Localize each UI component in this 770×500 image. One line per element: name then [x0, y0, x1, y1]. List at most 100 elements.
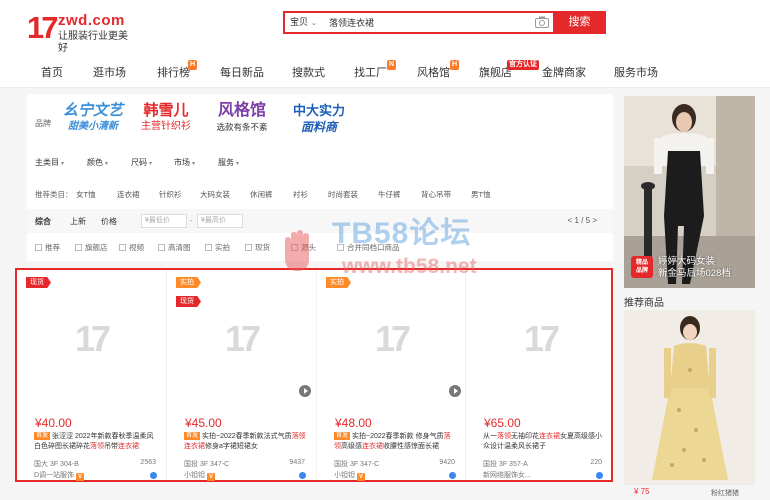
- hot-badge: H: [450, 60, 460, 70]
- nav-item-style-hall[interactable]: 风格馆 H: [417, 60, 460, 80]
- verified-icon: V: [76, 473, 85, 481]
- chat-icon[interactable]: [596, 472, 603, 479]
- side-banner-ad[interactable]: 精品 品牌 婷婷大码女装 新金马后场028档: [624, 96, 755, 288]
- sort-composite[interactable]: 综合: [35, 216, 51, 227]
- in-stock-tag: 现货: [176, 296, 201, 307]
- nav-item-ranking[interactable]: 排行榜 H: [157, 60, 198, 80]
- checkbox-video[interactable]: 视频: [119, 242, 144, 253]
- logo-domain: zwd.com: [58, 12, 125, 29]
- stall-location: 国投 3F 347-C: [334, 461, 380, 468]
- play-video-icon[interactable]: [449, 385, 461, 397]
- product-title[interactable]: 首发 实拍~2022春季新款法式气质落领连衣裙修身a字裙短裙女: [184, 432, 306, 452]
- recommend-product-image[interactable]: [624, 310, 755, 485]
- shop-name[interactable]: D调一站服饰 V: [34, 470, 85, 481]
- product-title[interactable]: 从一落领无袖印花连衣裙女夏高级感小众设计温柔风长裙子: [483, 432, 605, 452]
- chevron-down-icon: ▾: [236, 161, 240, 167]
- brand-tile[interactable]: 幺宁文艺 甜美小清新: [61, 103, 125, 141]
- max-price-input[interactable]: ¥最高价: [197, 214, 243, 228]
- dropdown-service[interactable]: 服务 ▾: [218, 157, 239, 168]
- product-card[interactable]: 实拍 现货 17 ¥45.00 首发 实拍~2022春季新款法式气质落领连衣裙修身…: [166, 270, 314, 481]
- filter-panel: 品牌 幺宁文艺 甜美小清新 韩雪儿 主营针织衫 风格馆 选款有条不紊 中大实力 面料商 …: [27, 94, 613, 261]
- product-image-placeholder[interactable]: 17: [365, 318, 417, 360]
- brand-tile[interactable]: 韩雪儿 主营针织衫: [133, 103, 199, 141]
- dropdown-size[interactable]: 尺码 ▾: [131, 157, 152, 168]
- recommend-shop[interactable]: 粉红猪猪: [711, 488, 739, 498]
- category-link[interactable]: 女T恤: [76, 189, 96, 200]
- product-title[interactable]: 首发 张涩涩 2022年新款春秋季温柔风白色碎图长裙碎花落领吊带连衣裙: [34, 432, 156, 452]
- category-link[interactable]: 时尚套装: [328, 189, 358, 200]
- category-link[interactable]: 背心吊带: [421, 189, 451, 200]
- dropdown-market[interactable]: 市场 ▾: [174, 157, 195, 168]
- checkbox-flagship[interactable]: 旗舰店: [75, 242, 108, 253]
- camera-icon[interactable]: [535, 16, 549, 28]
- product-card[interactable]: 现货 17 ¥40.00 首发 张涩涩 2022年新款春秋季温柔风白色碎图长裙碎花…: [17, 270, 165, 481]
- brand-tile[interactable]: 风格馆 选款有条不紊: [210, 103, 274, 141]
- chat-icon[interactable]: [299, 472, 306, 479]
- nav-item-home[interactable]: 首页: [41, 67, 63, 80]
- checkbox-hd-image[interactable]: 高清图: [158, 242, 191, 253]
- sales-count: 2563: [140, 459, 156, 466]
- checkbox-icon: [205, 244, 212, 251]
- dropdown-main-category[interactable]: 主类目 ▾: [35, 157, 64, 168]
- product-image-placeholder[interactable]: 17: [514, 318, 566, 360]
- category-link[interactable]: 连衣裙: [117, 189, 140, 200]
- chat-icon[interactable]: [150, 472, 157, 479]
- logo-slogan: 让服装行业更美好: [58, 31, 128, 54]
- first-release-badge: 首发: [334, 432, 351, 440]
- shop-name[interactable]: 小钽钽 V: [184, 470, 215, 481]
- checkbox-source[interactable]: 源头: [291, 242, 316, 253]
- nav-item-flagship[interactable]: 旗舰店 官方认证: [479, 60, 539, 80]
- site-logo[interactable]: 17 zwd.com 让服装行业更美好: [27, 10, 137, 55]
- product-card[interactable]: 实拍 17 ¥48.00 首发 实拍~2022春季新款 修身气质落领高级感连衣裙收…: [316, 270, 464, 481]
- nav-item-daily-new[interactable]: 每日新品: [220, 67, 264, 80]
- dropdown-color[interactable]: 颜色 ▾: [87, 157, 108, 168]
- checkbox-in-stock[interactable]: 现货: [245, 242, 270, 253]
- category-link[interactable]: 大码女装: [200, 189, 230, 200]
- new-badge: N: [387, 60, 397, 70]
- checkbox-recommended[interactable]: 推荐: [35, 242, 60, 253]
- recommend-price: ¥ 75: [634, 487, 650, 496]
- real-shot-tag: 实拍: [176, 277, 201, 288]
- chat-icon[interactable]: [449, 472, 456, 479]
- chevron-down-icon: ⌄: [311, 20, 317, 27]
- shop-name[interactable]: 新网络服饰女...: [483, 470, 531, 480]
- product-image-placeholder[interactable]: 17: [65, 318, 117, 360]
- category-link[interactable]: 牛仔裤: [378, 189, 401, 200]
- nav-item-market[interactable]: 逛市场: [93, 67, 126, 80]
- search-button[interactable]: 搜索: [553, 11, 606, 34]
- logo-mark: 17: [27, 10, 58, 45]
- verified-icon: V: [357, 473, 365, 481]
- search-scope-select[interactable]: 宝贝 ⌄: [287, 13, 325, 32]
- search-input[interactable]: [329, 13, 529, 32]
- in-stock-tag: 现货: [26, 277, 51, 288]
- pager[interactable]: < 1 / 5 >: [568, 216, 597, 225]
- nav-item-factory[interactable]: 找工厂 N: [354, 60, 397, 80]
- product-image-placeholder[interactable]: 17: [215, 318, 267, 360]
- brand-tile[interactable]: 中大实力 面料商: [286, 103, 352, 141]
- sales-count: 9420: [439, 459, 455, 466]
- play-video-icon[interactable]: [299, 385, 311, 397]
- category-link[interactable]: 针织衫: [159, 189, 182, 200]
- brand-label: 品牌: [35, 119, 51, 128]
- hot-badge: H: [188, 60, 198, 70]
- category-link[interactable]: 衬衫: [293, 189, 308, 200]
- sort-price[interactable]: 价格: [101, 216, 117, 227]
- shop-name[interactable]: 小钽钽 V: [334, 470, 365, 481]
- checkbox-merge-stall[interactable]: 合并同档口商品: [337, 242, 400, 253]
- checkbox-real-shot[interactable]: 实拍: [205, 242, 230, 253]
- min-price-input[interactable]: ¥最低价: [141, 214, 187, 228]
- sort-new[interactable]: 上新: [70, 216, 86, 227]
- nav-item-search-style[interactable]: 搜款式: [292, 67, 325, 80]
- stall-location: 国投 3F 357-A: [483, 461, 528, 468]
- nav-item-service-market[interactable]: 服务市场: [614, 67, 658, 80]
- category-link[interactable]: 男T恤: [471, 189, 491, 200]
- real-shot-tag: 实拍: [326, 277, 351, 288]
- product-price: ¥45.00: [185, 416, 222, 430]
- nav-item-gold-merchant[interactable]: 金牌商家: [542, 67, 586, 80]
- product-card[interactable]: 17 ¥65.00 从一落领无袖印花连衣裙女夏高级感小众设计温柔风长裙子 国投 …: [465, 270, 611, 480]
- ad-caption: 婷婷大码女装 新金马后场028档: [658, 256, 731, 279]
- category-link[interactable]: 休闲裤: [250, 189, 273, 200]
- product-price: ¥48.00: [335, 416, 372, 430]
- product-price: ¥65.00: [484, 416, 521, 430]
- product-title[interactable]: 首发 实拍~2022春季新款 修身气质落领高级感连衣裙收腰性感惊面长裙: [334, 432, 456, 452]
